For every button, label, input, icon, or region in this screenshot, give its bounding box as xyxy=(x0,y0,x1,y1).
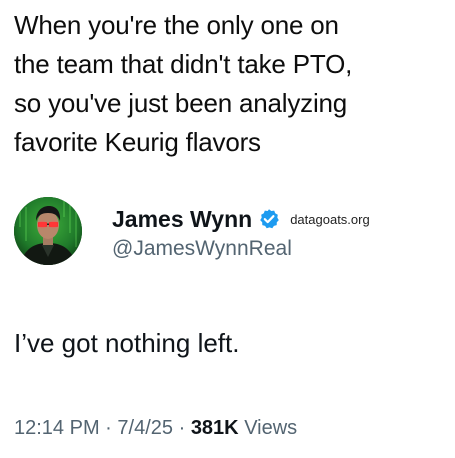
views-label: Views xyxy=(244,417,298,439)
meta-separator-1: · xyxy=(105,417,112,439)
meta-separator-2: · xyxy=(178,417,186,439)
tweet-date[interactable]: 7/4/25 xyxy=(117,417,173,439)
tweet-meta: 12:14 PM · 7/4/25 · 381K Views xyxy=(14,417,297,440)
tweet-time[interactable]: 12:14 PM xyxy=(14,417,100,439)
source-watermark: datagoats.org xyxy=(290,211,370,227)
author-handle[interactable]: @JamesWynnReal xyxy=(112,237,370,261)
author-name-row: James Wynn datagoats.org xyxy=(112,205,370,233)
caption-line-4: favorite Keurig flavors xyxy=(14,127,261,157)
caption-line-1: When you're the only one on xyxy=(14,10,339,40)
author-display-name[interactable]: James Wynn xyxy=(112,206,252,233)
avatar[interactable] xyxy=(14,197,82,265)
avatar-image xyxy=(14,197,82,265)
verified-badge-icon xyxy=(258,208,280,230)
caption-line-3: so you've just been analyzing xyxy=(14,88,348,118)
meme-caption: When you're the only one on the team tha… xyxy=(14,6,450,162)
tweet-text: I’ve got nothing left. xyxy=(14,328,240,358)
tweet-header: James Wynn datagoats.org @JamesWynnReal xyxy=(14,197,444,277)
caption-line-2: the team that didn't take PTO, xyxy=(14,49,353,79)
author-block: James Wynn datagoats.org @JamesWynnReal xyxy=(112,205,370,261)
views-count[interactable]: 381K xyxy=(191,417,239,439)
